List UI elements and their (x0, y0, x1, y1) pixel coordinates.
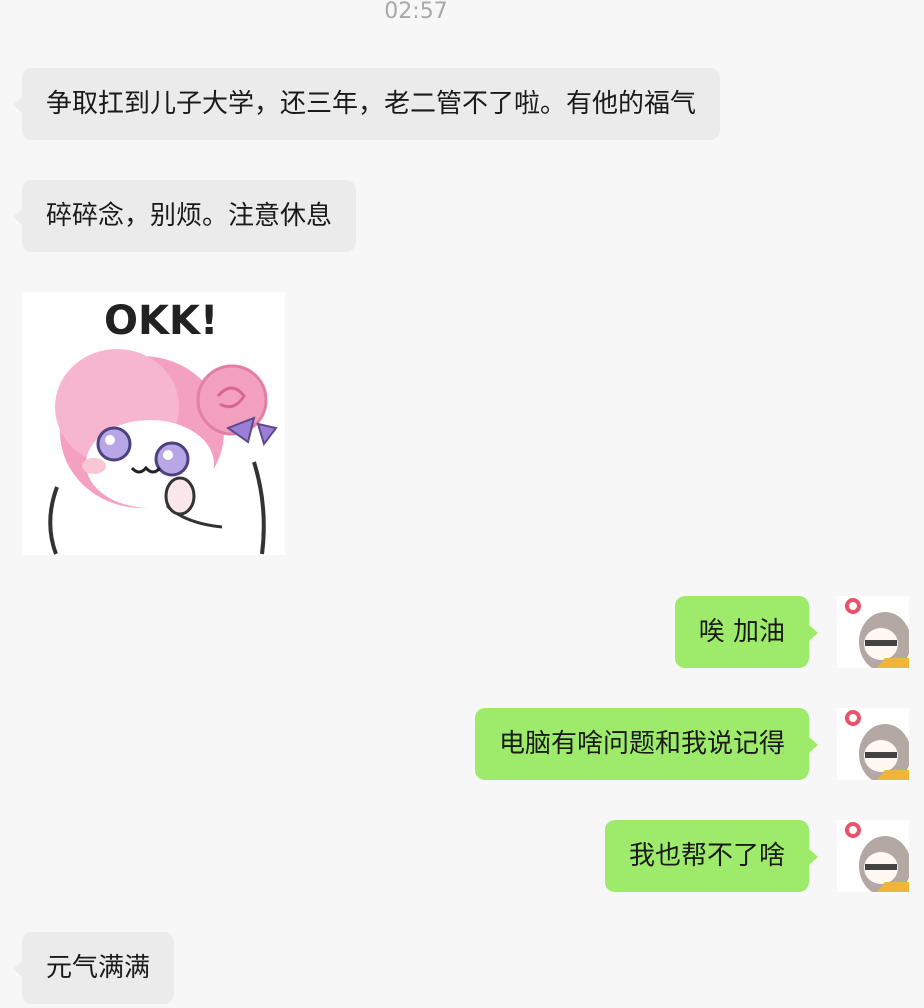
avatar-image (845, 598, 909, 668)
outgoing-message-bubble[interactable]: 电脑有啥问题和我说记得 (474, 708, 819, 780)
incoming-message-bubble[interactable]: 元气满满 (12, 932, 175, 1004)
okk-sticker-image[interactable]: OKK! (22, 292, 285, 555)
sticker-drawing: OKK! (48, 298, 278, 555)
sticker-caption: OKK! (104, 298, 218, 344)
avatar-image (845, 710, 909, 780)
user-avatar[interactable] (837, 708, 909, 780)
incoming-message-bubble[interactable]: 争取扛到儿子大学，还三年，老二管不了啦。有他的福气 (12, 68, 721, 140)
incoming-message-bubble[interactable]: 碎碎念，别烦。注意休息 (12, 180, 357, 252)
avatar-image (845, 822, 909, 892)
user-avatar[interactable] (837, 820, 909, 892)
outgoing-message-bubble[interactable]: 唉 加油 (674, 596, 819, 668)
outgoing-message-bubble[interactable]: 我也帮不了啥 (604, 820, 819, 892)
user-avatar[interactable] (837, 596, 909, 668)
message-timestamp: 02:57 (384, 0, 448, 24)
